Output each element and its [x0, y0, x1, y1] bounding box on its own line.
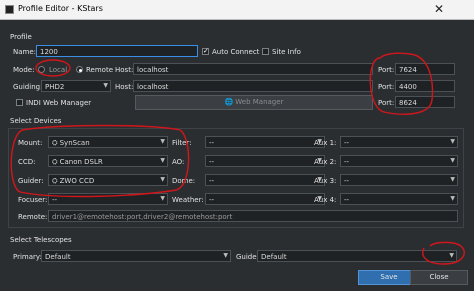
device-icon: ⛭	[52, 139, 58, 147]
indi-web-manager-checkbox[interactable]	[16, 99, 23, 106]
globe-icon: 🌐	[224, 98, 234, 106]
profile-section-label: Profile	[10, 33, 32, 41]
device-icon: ⛭	[52, 177, 58, 185]
close-icon[interactable]: ✕	[432, 2, 446, 16]
primary-telescope-select[interactable]: Default ▼	[41, 250, 231, 262]
mount-select[interactable]: ⛭ SynScan ▼	[48, 136, 168, 148]
guiding-value: PHD2	[45, 83, 65, 91]
window-title: Profile Editor - KStars	[18, 4, 103, 13]
guide-host-field[interactable]: localhost	[133, 80, 373, 92]
filter-value: --	[209, 139, 215, 147]
guiding-select[interactable]: PHD2 ▼	[41, 80, 111, 92]
ao-select[interactable]: -- ▼	[205, 155, 325, 167]
aux3-select[interactable]: -- ▼	[340, 174, 458, 186]
aux3-value: --	[344, 177, 350, 185]
mode-remote-radio[interactable]	[76, 66, 83, 73]
ao-value: --	[209, 158, 215, 166]
port-field[interactable]: 7624	[395, 63, 455, 75]
guiding-label: Guiding:	[13, 83, 43, 91]
chevron-down-icon: ▼	[223, 252, 228, 259]
aux4-value: --	[344, 196, 350, 204]
chevron-down-icon: ▼	[160, 195, 165, 202]
auto-connect-checkbox[interactable]	[202, 47, 209, 55]
mode-label: Mode:	[13, 66, 35, 74]
mount-value: SynScan	[59, 139, 90, 147]
dome-label: Dome:	[172, 177, 196, 185]
device-icon: ⛭	[52, 158, 58, 166]
guide-port-field[interactable]: 4400	[395, 80, 455, 92]
devices-section-label: Select Devices	[10, 117, 62, 125]
aux1-value: --	[344, 139, 350, 147]
site-info-label: Site Info	[272, 48, 301, 56]
chevron-down-icon: ▼	[450, 176, 455, 183]
guider-select[interactable]: ⛭ ZWO CCD ▼	[48, 174, 168, 186]
chevron-down-icon: ▼	[450, 195, 455, 202]
title-bar: Profile Editor - KStars ✕	[0, 0, 474, 20]
chevron-down-icon: ▼	[160, 138, 165, 145]
aux1-select[interactable]: -- ▼	[340, 136, 458, 148]
chevron-down-icon: ▼	[103, 82, 108, 89]
filter-select[interactable]: -- ▼	[205, 136, 325, 148]
guide-host-label: Host:	[115, 83, 134, 91]
chevron-down-icon: ▼	[160, 176, 165, 183]
web-port-label: Port:	[378, 99, 395, 107]
primary-telescope-value: Default	[45, 253, 71, 261]
aux4-select[interactable]: -- ▼	[340, 193, 458, 205]
ccd-value: Canon DSLR	[59, 158, 103, 166]
weather-value: --	[209, 196, 215, 204]
mode-remote-label: Remote	[86, 66, 114, 74]
web-manager-button[interactable]: 🌐 Web Manager	[135, 95, 373, 110]
chevron-down-icon: ▼	[450, 138, 455, 145]
remote-label: Remote:	[18, 213, 48, 221]
app-icon	[5, 5, 14, 14]
chevron-down-icon: ▼	[160, 157, 165, 164]
aux3-label: Aux 3:	[314, 177, 337, 185]
port-label: Port:	[378, 66, 395, 74]
aux4-label: Aux 4:	[314, 196, 337, 204]
aux2-label: Aux 2:	[314, 158, 337, 166]
mount-label: Mount:	[18, 139, 43, 147]
ccd-label: CCD:	[18, 158, 36, 166]
weather-select[interactable]: -- ▼	[205, 193, 325, 205]
dome-value: --	[209, 177, 215, 185]
guide-port-label: Port:	[378, 83, 395, 91]
host-field[interactable]: localhost	[133, 63, 373, 75]
focuser-select[interactable]: -- ▼	[48, 193, 168, 205]
focuser-label: Focuser:	[18, 196, 48, 204]
guide-telescope-select[interactable]: Default ▼	[257, 250, 457, 262]
chevron-down-icon: ▼	[450, 157, 455, 164]
guide-telescope-label: Guide:	[236, 253, 259, 261]
host-label: Host:	[115, 66, 134, 74]
aux2-value: --	[344, 158, 350, 166]
telescopes-section-label: Select Telescopes	[10, 236, 72, 244]
close-button[interactable]: Close	[410, 270, 468, 285]
guide-telescope-value: Default	[261, 253, 287, 261]
chevron-down-icon: ▼	[449, 252, 454, 259]
ao-label: AO:	[172, 158, 185, 166]
dome-select[interactable]: -- ▼	[205, 174, 325, 186]
ccd-select[interactable]: ⛭ Canon DSLR ▼	[48, 155, 168, 167]
web-manager-button-label: Web Manager	[235, 98, 284, 106]
focuser-value: --	[52, 196, 58, 204]
remote-drivers-field[interactable]: driver1@remotehost:port,driver2@remoteho…	[48, 210, 458, 222]
guider-value: ZWO CCD	[59, 177, 95, 185]
site-info-checkbox[interactable]	[262, 48, 269, 55]
guider-label: Guider:	[18, 177, 44, 185]
web-port-field[interactable]: 8624	[395, 96, 455, 108]
filter-label: Filter:	[172, 139, 192, 147]
auto-connect-label: Auto Connect	[212, 48, 260, 56]
primary-label: Primary:	[13, 253, 42, 261]
aux2-select[interactable]: -- ▼	[340, 155, 458, 167]
mode-local-radio[interactable]	[38, 66, 45, 73]
aux1-label: Aux 1:	[314, 139, 337, 147]
mode-local-label: Local	[49, 66, 68, 74]
name-field[interactable]: 1200	[36, 45, 198, 57]
name-label: Name:	[13, 48, 37, 56]
weather-label: Weather:	[172, 196, 204, 204]
indi-web-manager-label: INDI Web Manager	[26, 99, 92, 107]
